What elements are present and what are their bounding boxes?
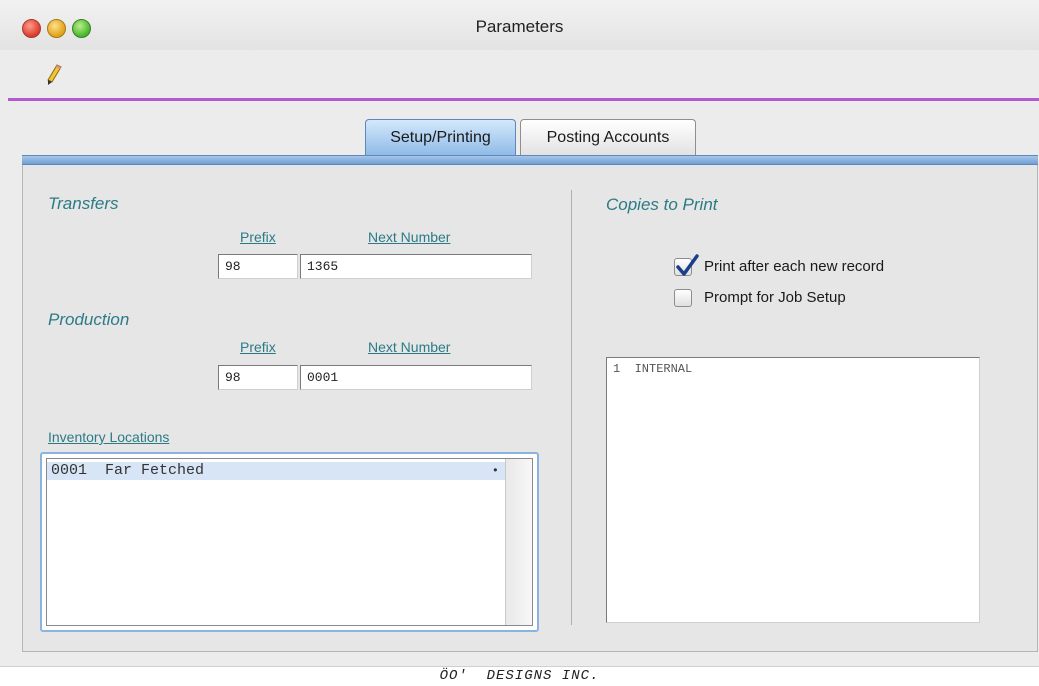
production-prefix-field[interactable]: 98 xyxy=(218,365,298,390)
list-item-marker: • xyxy=(491,464,499,478)
production-next-number-label: Next Number xyxy=(368,339,451,355)
prompt-job-setup-label[interactable]: Prompt for Job Setup xyxy=(704,289,846,306)
parameters-window: Parameters Setup/Printing Posting Accoun… xyxy=(0,0,1039,686)
inventory-locations-list[interactable]: 0001 Far Fetched • xyxy=(40,452,539,632)
production-prefix-label: Prefix xyxy=(240,339,276,355)
tab-setup-printing[interactable]: Setup/Printing xyxy=(365,119,516,155)
inventory-locations-list-inner: 0001 Far Fetched • xyxy=(46,458,533,626)
tab-strip xyxy=(22,155,1038,165)
toolbar-separator xyxy=(8,98,1039,101)
copies-list[interactable]: 1 INTERNAL xyxy=(606,357,980,623)
inventory-locations-label: Inventory Locations xyxy=(48,429,170,445)
list-item[interactable]: 1 INTERNAL xyxy=(613,362,692,376)
column-divider xyxy=(571,190,572,625)
print-after-each-checkbox[interactable] xyxy=(674,254,699,276)
transfers-next-number-label: Next Number xyxy=(368,229,451,245)
list-item[interactable]: 0001 Far Fetched • xyxy=(47,462,507,480)
window-title: Parameters xyxy=(475,17,564,36)
inventory-list-scrollbar[interactable] xyxy=(505,459,532,625)
prompt-job-setup-checkbox[interactable] xyxy=(674,289,692,307)
print-after-each-label[interactable]: Print after each new record xyxy=(704,258,884,275)
title-bar[interactable]: Parameters xyxy=(0,0,1039,50)
transfers-heading: Transfers xyxy=(48,194,119,213)
status-text: ÖO′ DESIGNS INC. xyxy=(439,668,600,684)
production-heading: Production xyxy=(48,310,130,329)
transfers-prefix-label: Prefix xyxy=(240,229,276,245)
tab-posting-accounts[interactable]: Posting Accounts xyxy=(520,119,696,155)
pencil-icon[interactable] xyxy=(46,64,62,86)
transfers-next-number-field[interactable]: 1365 xyxy=(300,254,532,279)
copies-to-print-heading: Copies to Print xyxy=(606,195,718,214)
list-item-text: 0001 Far Fetched xyxy=(51,462,205,479)
checkmark-icon xyxy=(676,254,699,276)
production-next-number-field[interactable]: 0001 xyxy=(300,365,532,390)
transfers-prefix-field[interactable]: 98 xyxy=(218,254,298,279)
toolbar xyxy=(0,50,1039,100)
